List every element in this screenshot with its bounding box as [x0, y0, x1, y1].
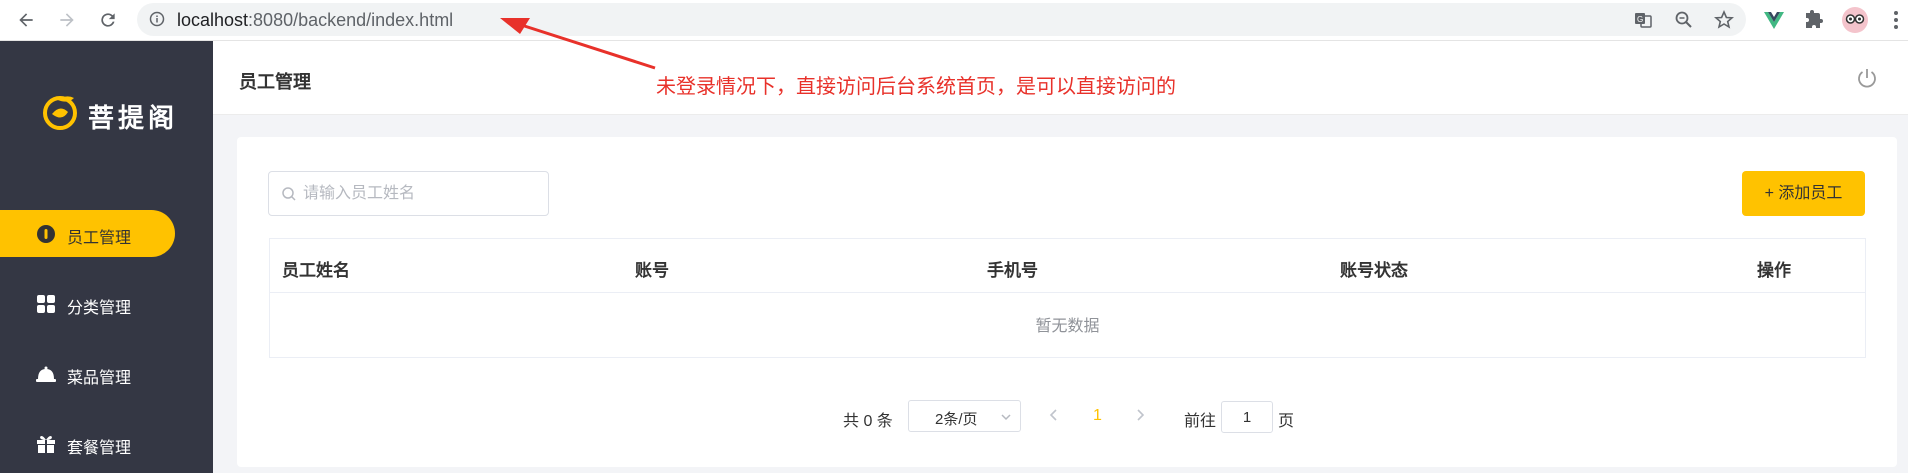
current-page-number[interactable]: 1	[1093, 407, 1102, 425]
site-info-icon[interactable]	[149, 11, 165, 27]
page-size-select[interactable]: 2条/页	[908, 400, 1021, 432]
forward-arrow-icon[interactable]	[55, 8, 79, 32]
url-text[interactable]: localhost:8080/backend/index.html	[177, 10, 453, 31]
sidebar-item-category[interactable]: 分类管理	[0, 280, 175, 327]
sidebar-item-label: 套餐管理	[67, 440, 132, 457]
add-employee-button[interactable]: + 添加员工	[1742, 171, 1865, 216]
column-header-actions: 操作	[1757, 261, 1791, 280]
prev-page-icon[interactable]	[1047, 405, 1061, 425]
search-input[interactable]	[303, 172, 543, 215]
sidebar: 菩提阁 员工管理 分类管理 菜品管理 套餐管理	[0, 41, 213, 473]
reload-icon[interactable]	[96, 8, 120, 32]
search-icon	[282, 187, 296, 201]
vue-devtools-icon[interactable]	[1762, 8, 1786, 32]
grid-icon	[37, 295, 55, 313]
goto-label: 前往	[1184, 413, 1217, 430]
sidebar-item-dish[interactable]: 菜品管理	[0, 350, 175, 397]
bookmark-star-icon[interactable]	[1714, 10, 1734, 30]
search-box[interactable]	[268, 171, 549, 216]
url-path: :8080/backend/index.html	[248, 10, 454, 30]
logout-power-icon[interactable]	[1856, 67, 1878, 89]
svg-text:G: G	[1637, 15, 1643, 24]
address-bar[interactable]: localhost:8080/backend/index.html G	[137, 3, 1746, 36]
zoom-icon[interactable]	[1674, 10, 1694, 30]
user-badge-icon	[37, 225, 55, 243]
page-suffix-label: 页	[1278, 413, 1295, 430]
logo-text: 菩提阁	[88, 103, 179, 133]
profile-avatar-icon[interactable]	[1841, 6, 1869, 34]
goto-page-input[interactable]	[1221, 401, 1273, 433]
sidebar-item-label: 员工管理	[67, 230, 132, 247]
table-header: 员工姓名 账号 手机号 账号状态 操作	[270, 239, 1865, 293]
pagination-total: 共 0 条	[843, 413, 893, 430]
next-page-icon[interactable]	[1133, 405, 1147, 425]
browser-menu-icon[interactable]	[1884, 8, 1908, 32]
content-card: + 添加员工 员工姓名 账号 手机号 账号状态 操作 暂无数据	[237, 137, 1897, 467]
annotation-text: 未登录情况下，直接访问后台系统首页，是可以直接访问的	[656, 76, 1176, 98]
logo-icon	[43, 96, 77, 130]
sidebar-item-label: 分类管理	[67, 300, 132, 317]
url-host: localhost	[177, 10, 249, 30]
column-header-status: 账号状态	[1340, 261, 1408, 280]
page-title: 员工管理	[239, 72, 311, 92]
chevron-down-icon	[1001, 414, 1011, 421]
employee-table: 员工姓名 账号 手机号 账号状态 操作 暂无数据	[269, 238, 1866, 358]
sidebar-item-employee[interactable]: 员工管理	[0, 210, 175, 257]
sidebar-item-label: 菜品管理	[67, 370, 132, 387]
column-header-phone: 手机号	[987, 261, 1038, 280]
column-header-account: 账号	[635, 261, 669, 280]
dish-icon	[36, 366, 56, 382]
empty-placeholder: 暂无数据	[1035, 318, 1100, 335]
column-header-name: 员工姓名	[282, 261, 350, 280]
gift-icon	[37, 436, 55, 453]
extensions-puzzle-icon[interactable]	[1802, 8, 1826, 32]
back-arrow-icon[interactable]	[14, 8, 38, 32]
translate-icon[interactable]: G	[1633, 10, 1653, 30]
sidebar-item-setmeal[interactable]: 套餐管理	[0, 420, 175, 467]
browser-toolbar: localhost:8080/backend/index.html G	[0, 0, 1908, 41]
page-size-value: 2条/页	[935, 411, 978, 428]
